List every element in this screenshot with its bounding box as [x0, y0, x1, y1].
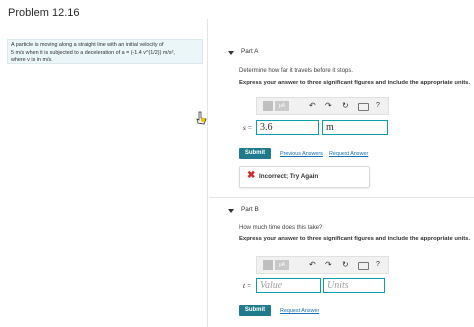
- redo-icon[interactable]: ↷: [325, 101, 332, 111]
- part-b-submit-button[interactable]: Submit: [239, 305, 271, 316]
- templates-icon[interactable]: [263, 260, 273, 270]
- reset-icon[interactable]: ↻: [342, 260, 349, 270]
- part-b-label[interactable]: Part B: [241, 206, 259, 213]
- part-b-variable: t =: [243, 282, 252, 290]
- keyboard-icon[interactable]: [358, 262, 369, 270]
- redo-icon[interactable]: ↷: [325, 260, 332, 270]
- part-b-toolbar: μA ↶ ↷ ↻ ?: [256, 256, 389, 274]
- part-a-variable: s =: [243, 124, 253, 132]
- collapse-part-a-icon[interactable]: [228, 51, 234, 55]
- help-icon[interactable]: ?: [376, 260, 380, 270]
- page-title: Problem 12.16: [8, 7, 80, 19]
- part-a-value-input[interactable]: 3.6: [256, 120, 319, 135]
- part-divider: [209, 197, 474, 198]
- help-icon[interactable]: ?: [376, 101, 380, 111]
- undo-icon[interactable]: ↶: [309, 260, 316, 270]
- incorrect-icon: ✖: [247, 170, 256, 181]
- problem-statement: A particle is moving along a straight li…: [7, 39, 203, 64]
- part-a-instruction: Express your answer to three significant…: [239, 80, 471, 86]
- undo-icon[interactable]: ↶: [309, 101, 316, 111]
- problem-text-line3: where v is in m/s.: [11, 57, 53, 64]
- part-b-question: How much time does this take?: [239, 225, 323, 231]
- part-a-request-answer-link[interactable]: Request Answer: [329, 151, 368, 157]
- part-a-submit-button[interactable]: Submit: [239, 148, 271, 159]
- part-b-instruction: Express your answer to three significant…: [239, 236, 471, 242]
- units-button[interactable]: μA: [275, 101, 289, 111]
- problem-text-line2: 5 m/s when it is subjected to a decelera…: [11, 49, 175, 56]
- reset-icon[interactable]: ↻: [342, 101, 349, 111]
- feedback-text: Incorrect; Try Again: [259, 173, 319, 180]
- part-b-request-answer-link[interactable]: Request Answer: [280, 308, 319, 314]
- feedback-box: ✖ Incorrect; Try Again: [239, 166, 370, 188]
- collapse-part-b-icon[interactable]: [228, 209, 234, 213]
- part-b-units-input[interactable]: Units: [323, 278, 385, 293]
- keyboard-icon[interactable]: [358, 103, 369, 111]
- part-a-toolbar: μA ↶ ↷ ↻ ?: [256, 97, 389, 115]
- units-button[interactable]: μA: [275, 260, 289, 270]
- column-divider: [207, 19, 208, 327]
- part-a-units-input[interactable]: m: [322, 120, 388, 135]
- templates-icon[interactable]: [263, 101, 273, 111]
- previous-answers-link[interactable]: Previous Answers: [280, 151, 323, 157]
- part-b-value-input[interactable]: Value: [256, 278, 321, 293]
- problem-text-line1: A particle is moving along a straight li…: [11, 42, 164, 48]
- cursor-icon: [195, 110, 209, 131]
- part-a-label[interactable]: Part A: [241, 48, 258, 55]
- part-a-question: Determine how far it travels before it s…: [239, 68, 354, 74]
